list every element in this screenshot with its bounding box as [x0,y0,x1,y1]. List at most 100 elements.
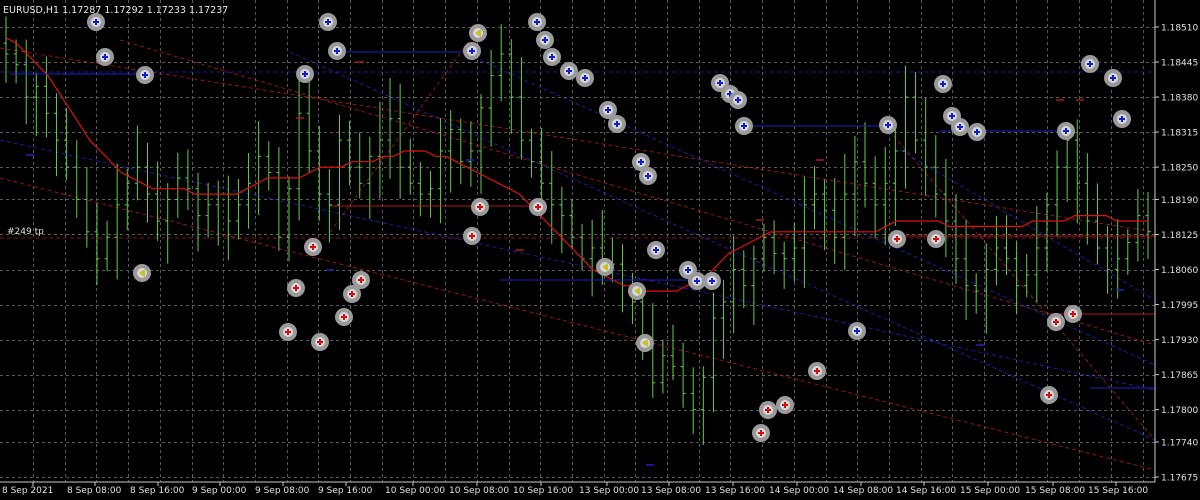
price-tick-label: 1.17675 [1161,474,1198,484]
trade-marker[interactable] [729,91,747,109]
trade-marker[interactable] [888,230,906,248]
candle [478,94,484,194]
trade-marker[interactable] [279,323,297,341]
trade-marker[interactable] [528,13,546,31]
trade-marker[interactable] [927,230,945,248]
candle [306,71,312,173]
price-tick-label: 1.18445 [1161,59,1198,69]
trade-marker[interactable] [752,424,770,442]
trade-marker[interactable] [1040,386,1058,404]
candle [1135,189,1141,262]
candle [700,366,706,445]
trade-marker[interactable] [471,198,489,216]
trade-marker[interactable] [951,118,969,136]
candle [397,83,403,199]
symbol-header: EURUSD,H1 1.17287 1.17292 1.17233 1.1723… [3,5,228,16]
trade-marker[interactable] [463,42,481,60]
price-chart[interactable]: 1.18510 1.18445 1.18380 1.18315 1.18250 1.181… [0,0,1200,500]
price-tick-label: 1.17865 [1161,371,1198,381]
trade-marker[interactable] [848,322,866,340]
candle [1054,150,1060,237]
trade-marker[interactable] [759,401,777,419]
time-axis[interactable]: 8 Sep 2021 8 Sep 08:00 8 Sep 16:00 9 Sep 00… [2,482,1148,496]
candle [155,161,161,241]
trade-marker[interactable] [1057,122,1075,140]
candle [1014,241,1020,314]
trade-marker[interactable] [934,75,952,93]
candle [1145,191,1151,260]
price-axis[interactable]: 1.18510 1.18445 1.18380 1.18315 1.18250 1.181… [1155,24,1198,484]
time-tick-label: 14 Sep 08:00 [833,486,893,496]
trend-lines [0,39,1156,471]
trade-marker[interactable] [560,62,578,80]
trend-line [0,139,1156,391]
price-tick-label: 1.18315 [1161,129,1198,139]
candle [13,39,19,84]
tp-label: #249 tp [7,227,44,237]
candle [751,245,757,325]
trade-marker[interactable] [335,308,353,326]
chart-canvas[interactable]: 1.18510 1.18445 1.18380 1.18315 1.18250 1.181… [0,0,1200,500]
trade-marker[interactable] [608,115,626,133]
candle [1074,119,1080,224]
trade-marker[interactable] [808,362,826,380]
trade-marker[interactable] [469,24,487,42]
trade-marker[interactable] [136,66,154,84]
trade-marker[interactable] [628,282,646,300]
time-tick-label: 13 Sep 08:00 [641,486,701,496]
trade-marker[interactable] [1104,69,1122,87]
trade-marker[interactable] [576,69,594,87]
trade-marker[interactable] [647,241,665,259]
candle [842,153,848,270]
candle [862,122,868,208]
trade-marker[interactable] [311,333,329,351]
price-tick-label: 1.17930 [1161,336,1198,346]
trade-marker[interactable] [703,272,721,290]
trade-marker[interactable] [968,123,986,141]
trade-marker[interactable] [287,279,305,297]
candle [175,152,181,218]
trade-marker[interactable] [96,48,114,66]
trade-marker[interactable] [735,117,753,135]
trade-marker[interactable] [529,198,547,216]
trade-marker[interactable] [879,116,897,134]
trade-marker[interactable] [463,227,481,245]
candle [660,339,666,394]
trade-marker[interactable] [1064,305,1082,323]
candle [721,280,727,359]
trade-marker[interactable] [352,271,370,289]
candle [811,166,817,230]
trade-marker[interactable] [1113,110,1131,128]
trade-marker[interactable] [296,65,314,83]
time-tick-label: 8 Sep 2021 [2,486,53,496]
trade-marker[interactable] [1047,313,1065,331]
candle [650,303,656,398]
candle [84,166,90,248]
trade-markers[interactable] [87,13,1131,442]
candle [913,72,919,154]
trade-marker[interactable] [536,31,554,49]
trade-marker[interactable] [596,258,614,276]
trade-marker[interactable] [639,167,657,185]
candle [710,292,716,412]
trade-marker[interactable] [304,238,322,256]
trade-marker[interactable] [328,42,346,60]
candle [134,125,140,201]
price-tick-label: 1.18510 [1161,24,1198,34]
trade-marker[interactable] [636,334,654,352]
trade-marker[interactable] [776,396,794,414]
time-tick-label: 8 Sep 16:00 [130,486,185,496]
candle [347,120,353,186]
trade-marker[interactable] [1081,55,1099,73]
candle [619,244,625,313]
candle [670,324,676,381]
candle [741,250,747,309]
time-tick-label: 14 Sep 00:00 [769,486,829,496]
trade-marker[interactable] [133,264,151,282]
candle [165,183,171,264]
trade-marker[interactable] [543,48,561,66]
candle [609,237,615,282]
candle [518,57,524,160]
trade-marker[interactable] [319,13,337,31]
candle [407,138,413,195]
